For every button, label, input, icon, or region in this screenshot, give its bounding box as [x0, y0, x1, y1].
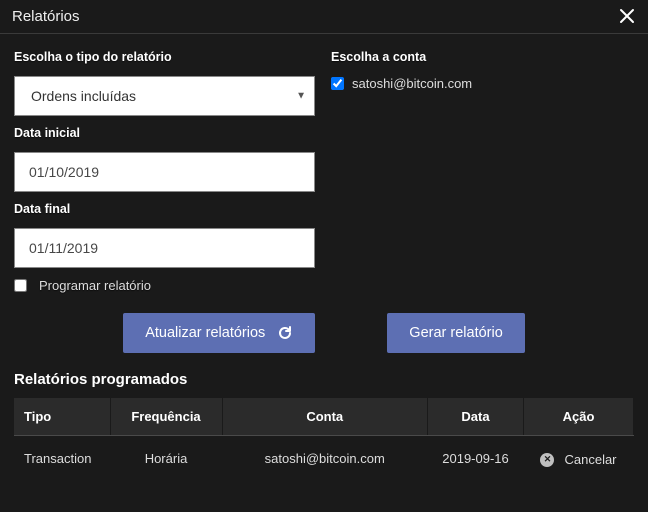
- table-row: Transaction Horária satoshi@bitcoin.com …: [14, 436, 634, 482]
- x-circle-icon: ✕: [540, 453, 554, 467]
- col-account: Conta: [222, 398, 428, 436]
- col-action: Ação: [524, 398, 634, 436]
- page-title: Relatórios: [12, 8, 80, 25]
- schedule-checkbox[interactable]: [14, 279, 27, 292]
- cell-account: satoshi@bitcoin.com: [222, 436, 428, 482]
- report-type-value: Ordens incluídas: [31, 88, 136, 104]
- generate-button-label: Gerar relatório: [409, 325, 502, 341]
- refresh-icon: [277, 325, 293, 341]
- account-checkbox-row[interactable]: satoshi@bitcoin.com: [331, 76, 634, 91]
- chevron-down-icon: ▼: [296, 91, 306, 102]
- start-date-input[interactable]: [14, 152, 315, 192]
- generate-report-button[interactable]: Gerar relatório: [387, 313, 524, 353]
- end-date-input[interactable]: [14, 228, 315, 268]
- cancel-button[interactable]: ✕ Cancelar: [540, 452, 616, 467]
- titlebar: Relatórios: [0, 0, 648, 34]
- scheduled-reports-title: Relatórios programados: [14, 371, 634, 388]
- cancel-label: Cancelar: [564, 452, 616, 467]
- account-label: Escolha a conta: [331, 50, 634, 64]
- report-type-select[interactable]: Ordens incluídas ▼: [14, 76, 315, 116]
- content: Escolha o tipo do relatório Ordens inclu…: [0, 34, 648, 481]
- start-date-label: Data inicial: [14, 126, 634, 140]
- cell-date: 2019-09-16: [428, 436, 524, 482]
- account-value: satoshi@bitcoin.com: [352, 76, 472, 91]
- close-icon[interactable]: [618, 7, 636, 25]
- cell-freq: Horária: [110, 436, 222, 482]
- col-type: Tipo: [14, 398, 110, 436]
- report-type-label: Escolha o tipo do relatório: [14, 50, 315, 64]
- col-freq: Frequência: [110, 398, 222, 436]
- cell-type: Transaction: [14, 436, 110, 482]
- refresh-reports-button[interactable]: Atualizar relatórios: [123, 313, 315, 353]
- account-checkbox[interactable]: [331, 77, 344, 90]
- table-header-row: Tipo Frequência Conta Data Ação: [14, 398, 634, 436]
- scheduled-reports-table: Tipo Frequência Conta Data Ação Transact…: [14, 398, 634, 481]
- end-date-label: Data final: [14, 202, 634, 216]
- schedule-label: Programar relatório: [39, 278, 151, 293]
- col-date: Data: [428, 398, 524, 436]
- refresh-button-label: Atualizar relatórios: [145, 325, 265, 341]
